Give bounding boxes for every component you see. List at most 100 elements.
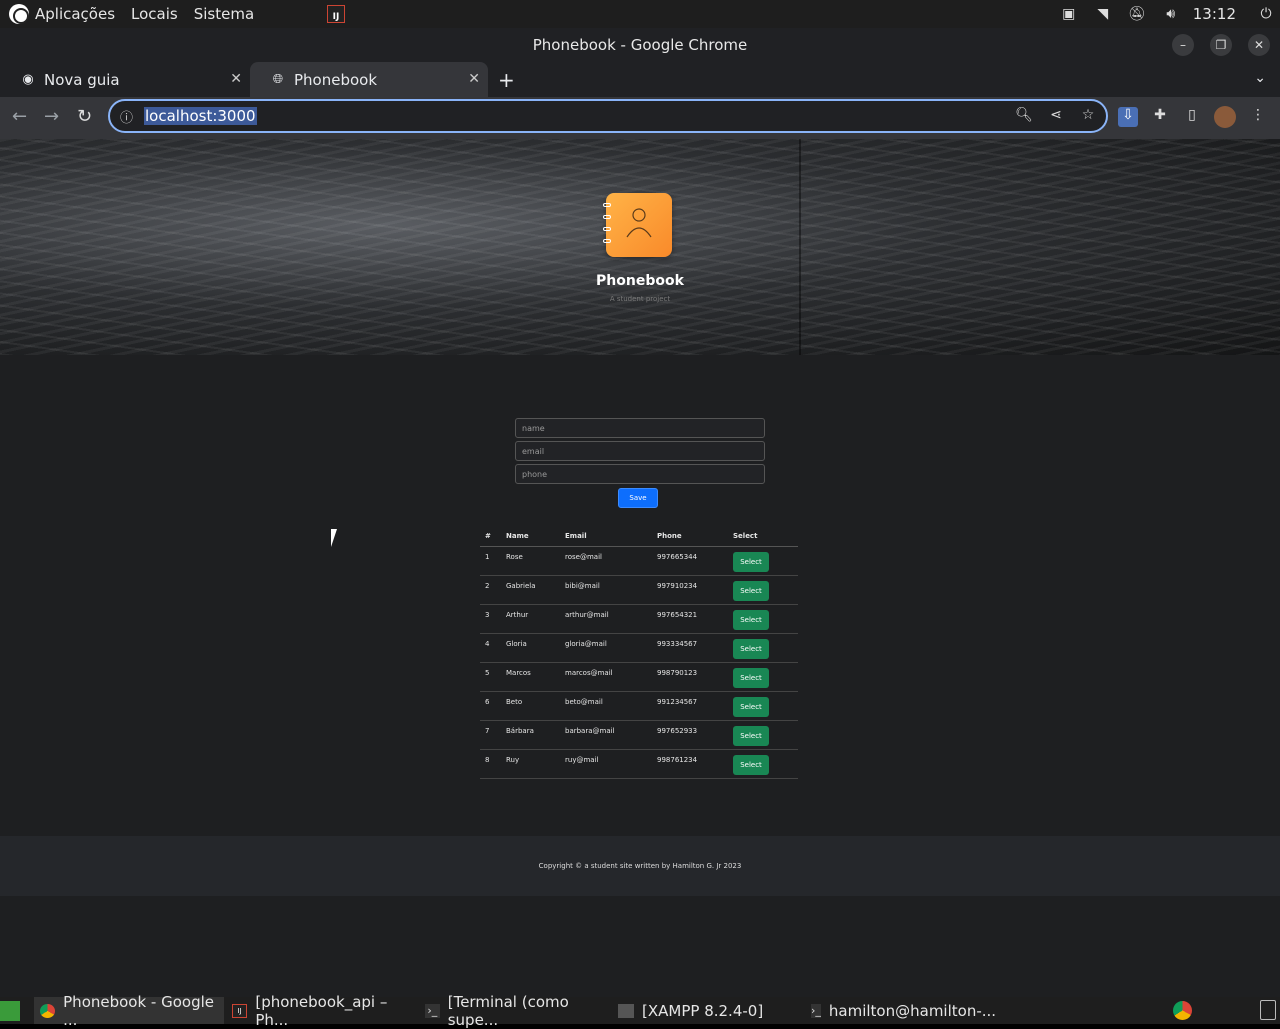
address-bar[interactable]: ⓘ localhost:3000 🔍︎ ⋖ ☆ [108,99,1108,133]
taskbar-item-label: [XAMPP 8.2.4-0] [642,1001,764,1020]
share-icon[interactable]: ⋖ [1046,107,1066,123]
ubuntu-logo-icon[interactable] [9,4,29,24]
taskbar-item-terminal-user[interactable]: ›_ hamilton@hamilton-... [811,997,996,1024]
table-row: 3 Arthur arthur@mail 997654321 Select [480,604,798,634]
system-top-panel: Aplicações Locais Sistema IJ ▣ ◥ 🔕︎ 🔊︎ 1… [0,0,1280,28]
select-button[interactable]: Select [733,580,769,601]
menu-places[interactable]: Locais [131,5,178,23]
back-button[interactable]: ← [12,106,27,127]
chrome-tray-icon[interactable] [1173,1001,1192,1020]
cell-id: 6 [480,691,501,721]
close-window-button[interactable]: ✕ [1248,34,1270,56]
taskbar-item-label: hamilton@hamilton-... [828,1001,997,1020]
intellij-icon: IJ [232,1003,248,1018]
cell-phone: 997652933 [652,720,728,750]
trash-icon[interactable] [1260,1000,1276,1020]
cell-id: 2 [480,575,501,605]
cell-id: 5 [480,662,501,692]
wifi-icon[interactable]: ◥ [1089,0,1117,28]
cell-id: 3 [480,604,501,634]
email-input[interactable] [515,441,765,461]
select-button[interactable]: Select [733,696,769,717]
window-titlebar[interactable]: Phonebook - Google Chrome – ❐ ✕ [0,28,1280,62]
name-input[interactable] [515,418,765,438]
cell-phone: 998790123 [652,662,728,692]
cell-phone: 991234567 [652,691,728,721]
intellij-launcher-icon[interactable]: IJ [327,5,345,23]
terminal-icon: ›_ [425,1003,440,1018]
select-button[interactable]: Select [733,754,769,775]
footer-copyright: Copyright © a student site written by Ha… [538,862,742,870]
table-row: 1 Rose rose@mail 997665344 Select [480,546,798,576]
select-button[interactable]: Select [733,725,769,746]
select-button[interactable]: Select [733,609,769,630]
tab-search-chevron-icon[interactable]: ⌄ [1254,70,1266,86]
forward-button[interactable]: → [44,106,59,127]
chrome-icon [40,1003,56,1018]
table-row: 2 Gabriela bibi@mail 997910234 Select [480,575,798,605]
cell-email: ruy@mail [560,749,652,779]
phone-input[interactable] [515,464,765,484]
notifications-muted-icon[interactable]: 🔕︎ [1123,0,1151,28]
save-button[interactable]: Save [618,488,658,508]
table-row: 6 Beto beto@mail 991234567 Select [480,691,798,721]
clock[interactable]: 13:12 [1193,5,1236,23]
system-tray: ▣ ◥ 🔕︎ 🔊︎ 13:12 ⏻ [1049,0,1280,28]
taskbar-item-intellij[interactable]: IJ [phonebook_api – Ph... [232,993,417,1029]
tab-label: Nova guia [44,70,120,89]
person-icon [626,208,652,238]
taskbar-item-xampp[interactable]: [XAMPP 8.2.4-0] [618,997,803,1024]
cell-phone: 997665344 [652,546,728,576]
table-row: 8 Ruy ruy@mail 998761234 Select [480,749,798,779]
tab-phonebook[interactable]: 🌐︎ Phonebook ✕ [250,62,488,97]
show-desktop-icon[interactable] [0,1001,20,1021]
binder-ring [603,227,611,231]
select-button[interactable]: Select [733,638,769,659]
select-button[interactable]: Select [733,551,769,572]
table-header-row: # Name Email Phone Select [480,526,798,547]
display-settings-icon[interactable]: ▣ [1055,0,1083,28]
select-button[interactable]: Select [733,667,769,688]
minimize-button[interactable]: – [1172,34,1194,56]
cell-email: bibi@mail [560,575,652,605]
volume-icon[interactable]: 🔊︎ [1157,0,1185,28]
extensions-puzzle-icon[interactable]: ✚ [1150,107,1170,127]
cell-phone: 998761234 [652,749,728,779]
cell-action: Select [728,749,798,779]
column-header-phone: Phone [652,526,728,547]
cell-phone: 997910234 [652,575,728,605]
close-tab-icon[interactable]: ✕ [468,71,480,87]
chrome-menu-icon[interactable]: ⋮ [1248,107,1268,127]
bottom-taskbar: Phonebook - Google ... IJ [phonebook_api… [0,993,1280,1029]
taskbar-item-terminal-root[interactable]: ›_ [Terminal (como supe... [425,993,610,1029]
contact-form [515,418,765,487]
menu-system[interactable]: Sistema [194,5,254,23]
taskbar-item-chrome[interactable]: Phonebook - Google ... [34,993,224,1029]
menu-applications[interactable]: Aplicações [35,5,115,23]
power-icon[interactable]: ⏻ [1252,0,1280,28]
close-tab-icon[interactable]: ✕ [230,71,242,87]
zoom-icon[interactable]: 🔍︎ [1014,107,1034,123]
cell-id: 7 [480,720,501,750]
reload-button[interactable]: ↻ [77,106,92,127]
site-info-icon[interactable]: ⓘ [120,107,140,126]
mouse-cursor-icon [331,529,343,547]
download-icon[interactable]: ⇩ [1118,107,1138,127]
table-row: 7 Bárbara barbara@mail 997652933 Select [480,720,798,750]
cell-name: Rose [501,546,560,576]
cell-id: 8 [480,749,501,779]
cell-email: rose@mail [560,546,652,576]
url-text[interactable]: localhost:3000 [144,107,257,125]
cell-phone: 993334567 [652,633,728,663]
cell-action: Select [728,604,798,634]
new-tab-button[interactable]: + [498,68,515,92]
profile-avatar[interactable] [1214,106,1236,128]
restore-button[interactable]: ❐ [1210,34,1232,56]
tab-strip: ◉ Nova guia ✕ 🌐︎ Phonebook ✕ + ⌄ [0,62,1280,97]
cell-name: Gabriela [501,575,560,605]
column-header-id: # [480,526,501,547]
hero-seam [799,139,801,355]
bookmark-star-icon[interactable]: ☆ [1078,107,1098,123]
tab-new-tab[interactable]: ◉ Nova guia ✕ [0,62,250,97]
side-panel-icon[interactable]: ▯ [1182,107,1202,127]
